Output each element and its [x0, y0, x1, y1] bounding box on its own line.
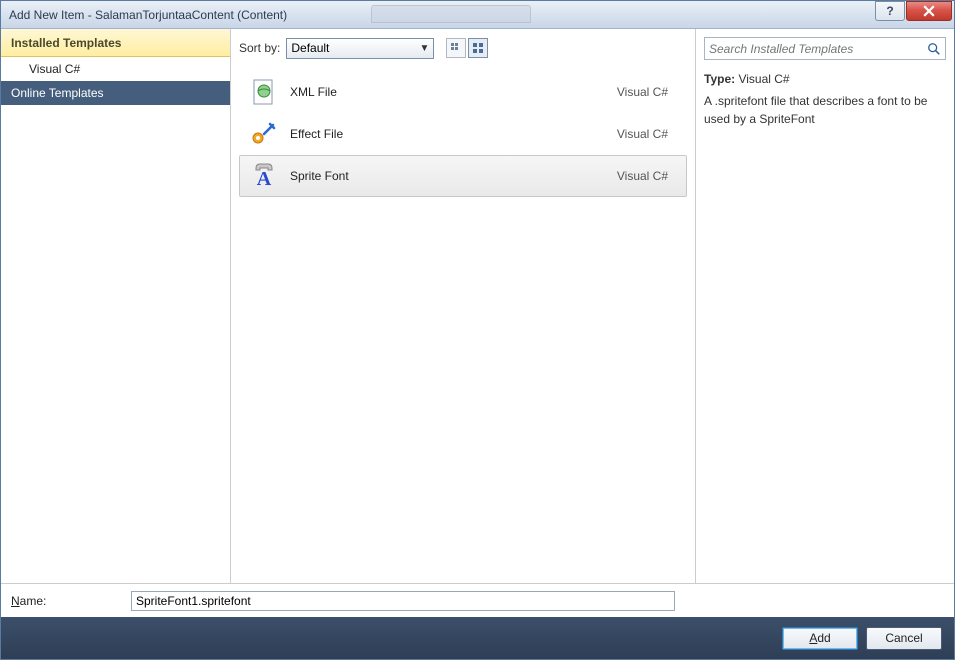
- sidebar: Installed Templates Visual C# Online Tem…: [1, 29, 231, 583]
- dialog-body: Installed Templates Visual C# Online Tem…: [1, 29, 954, 659]
- button-row: Add Cancel: [1, 617, 954, 659]
- grid-small-icon: [450, 42, 462, 54]
- sidebar-installed-header[interactable]: Installed Templates: [1, 29, 230, 57]
- template-name: XML File: [290, 85, 605, 99]
- sortby-value: Default: [291, 41, 329, 55]
- sortby-label: Sort by:: [239, 41, 280, 55]
- sidebar-item-visual-csharp[interactable]: Visual C#: [1, 57, 230, 81]
- sprite-font-icon: A: [250, 162, 278, 190]
- template-name: Sprite Font: [290, 169, 605, 183]
- name-label: Name:: [11, 594, 121, 608]
- search-icon: [927, 42, 941, 56]
- close-icon: [923, 5, 935, 17]
- sortby-dropdown[interactable]: Default ▼: [286, 38, 434, 59]
- add-rest: dd: [817, 631, 830, 645]
- search-input[interactable]: [709, 42, 927, 56]
- help-icon: ?: [886, 4, 893, 18]
- window-title: Add New Item - SalamanTorjuntaaContent (…: [9, 8, 287, 22]
- name-row: Name:: [1, 583, 954, 617]
- template-lang: Visual C#: [617, 127, 676, 141]
- add-button[interactable]: Add: [782, 627, 858, 650]
- close-button[interactable]: [906, 1, 952, 21]
- background-tab-ghost: [371, 5, 531, 23]
- chevron-down-icon: ▼: [419, 43, 429, 54]
- description-block: Type: Visual C# A .spritefont file that …: [704, 70, 946, 128]
- template-list: XML File Visual C# Effect File Vis: [231, 67, 695, 583]
- template-row-xml-file[interactable]: XML File Visual C#: [239, 71, 687, 113]
- dialog-window: Add New Item - SalamanTorjuntaaContent (…: [0, 0, 955, 660]
- template-row-sprite-font[interactable]: A Sprite Font Visual C#: [239, 155, 687, 197]
- center-panel: Sort by: Default ▼: [231, 29, 696, 583]
- xml-file-icon: [250, 78, 278, 106]
- type-value: Visual C#: [738, 72, 789, 86]
- svg-text:A: A: [257, 168, 272, 190]
- search-box[interactable]: [704, 37, 946, 60]
- description-text: A .spritefont file that describes a font…: [704, 92, 946, 128]
- content-row: Installed Templates Visual C# Online Tem…: [1, 29, 954, 583]
- name-input[interactable]: [131, 591, 675, 611]
- name-label-mnemonic: N: [11, 594, 20, 608]
- toolbar: Sort by: Default ▼: [231, 29, 695, 67]
- sidebar-online-header[interactable]: Online Templates: [1, 81, 230, 105]
- window-controls: ?: [874, 1, 952, 21]
- view-small-icons-button[interactable]: [446, 38, 466, 58]
- titlebar[interactable]: Add New Item - SalamanTorjuntaaContent (…: [1, 1, 954, 29]
- effect-file-icon: [250, 120, 278, 148]
- right-panel: Type: Visual C# A .spritefont file that …: [696, 29, 954, 583]
- help-button[interactable]: ?: [875, 1, 905, 21]
- name-label-rest: ame:: [20, 594, 47, 608]
- view-toggle: [446, 38, 488, 58]
- template-lang: Visual C#: [617, 85, 676, 99]
- cancel-label: Cancel: [885, 631, 922, 645]
- add-mnemonic: A: [809, 631, 817, 645]
- view-medium-icons-button[interactable]: [468, 38, 488, 58]
- type-label: Type:: [704, 72, 735, 86]
- template-lang: Visual C#: [617, 169, 676, 183]
- template-row-effect-file[interactable]: Effect File Visual C#: [239, 113, 687, 155]
- template-name: Effect File: [290, 127, 605, 141]
- type-line: Type: Visual C#: [704, 70, 946, 88]
- sidebar-item-label: Visual C#: [29, 62, 80, 76]
- grid-medium-icon: [472, 42, 484, 54]
- cancel-button[interactable]: Cancel: [866, 627, 942, 650]
